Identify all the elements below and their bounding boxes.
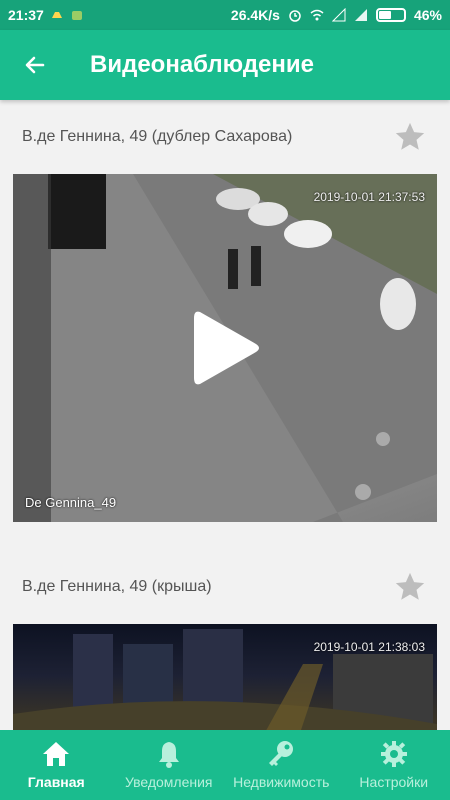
status-time: 21:37 [8,7,44,23]
battery-icon [375,8,406,22]
android-icon [71,11,82,20]
signal-icon-2 [354,9,367,21]
nav-item-realty[interactable]: Недвижимость [225,730,338,800]
back-button[interactable] [0,30,70,100]
video-timestamp: 2019-10-01 21:37:53 [313,190,425,204]
gear-icon [380,741,407,767]
camera-video-preview[interactable]: 2019-10-01 21:37:53 De Gennina_49 [13,174,437,522]
nav-label-home: Главная [27,774,85,790]
camera-list[interactable]: В.де Геннина, 49 (дублер Сахарова) 2019-… [0,100,450,730]
nav-label-notifications: Уведомления [124,774,213,790]
network-speed: 26.4K/s [230,7,280,23]
bottom-nav: Главная Уведомления Недвижимость Настрой… [0,730,450,800]
drive-icon [51,12,62,18]
alarm-icon [289,10,301,22]
camera-card: В.де Геннина, 49 (дублер Сахарова) 2019-… [0,100,450,522]
camera-title: В.де Геннина, 49 (крыша) [22,578,212,595]
page-title: Видеонаблюдение [90,51,315,78]
play-icon[interactable] [190,308,260,388]
favorite-star-button[interactable] [392,119,428,155]
camera-card: В.де Геннина, 49 (крыша) 2019-10-01 21:3… [0,550,450,730]
star-icon [395,572,425,600]
key-icon [269,741,294,766]
star-icon [395,122,425,150]
camera-title: В.де Геннина, 49 (дублер Сахарова) [22,128,293,145]
camera-overlay-label: De Gennina_49 [25,495,117,510]
app-bar: Видеонаблюдение [0,30,450,100]
nav-item-settings[interactable]: Настройки [338,730,450,800]
status-bar: 21:37 26.4K/s 46% [0,0,450,30]
home-icon [43,742,70,766]
battery-level: 46% [413,7,442,23]
video-timestamp: 2019-10-01 21:38:03 [313,640,425,654]
camera-video-preview[interactable]: 2019-10-01 21:38:03 [13,624,437,730]
bell-icon [158,742,179,768]
signal-icon [331,8,346,22]
favorite-star-button[interactable] [392,569,428,605]
nav-item-home[interactable]: Главная [0,730,113,800]
back-arrow-icon [25,56,45,74]
nav-label-realty: Недвижимость [233,774,330,790]
nav-item-notifications[interactable]: Уведомления [113,730,226,800]
nav-label-settings: Настройки [359,774,429,790]
wifi-icon [310,9,324,21]
